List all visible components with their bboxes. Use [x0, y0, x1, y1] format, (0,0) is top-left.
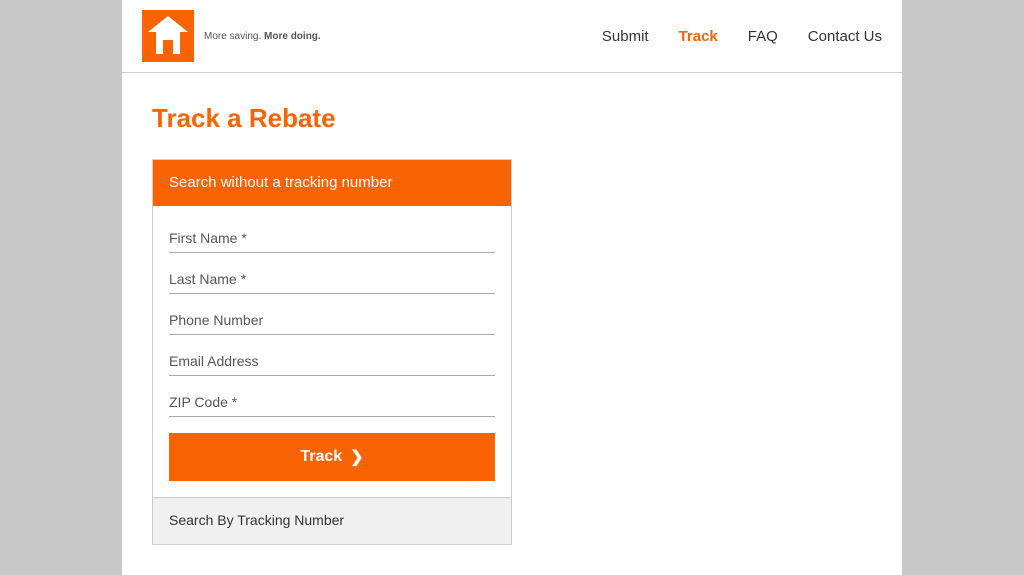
logo-tagline: More saving. More doing. [204, 31, 321, 42]
zip-input[interactable] [169, 380, 495, 417]
last-name-field [169, 257, 495, 294]
phone-field [169, 298, 495, 335]
form-body: Track ❯ [153, 206, 511, 497]
tracking-number-text: Search By Tracking Number [169, 512, 344, 528]
email-input[interactable] [169, 339, 495, 376]
nav-links: Submit Track FAQ Contact Us [602, 28, 882, 45]
header: More saving. More doing. Submit Track FA… [122, 0, 902, 73]
track-button-arrow-icon: ❯ [350, 447, 363, 467]
zip-field [169, 380, 495, 417]
page-wrapper: More saving. More doing. Submit Track FA… [122, 0, 902, 575]
track-button-label: Track [300, 448, 342, 466]
form-card: Search without a tracking number [152, 159, 512, 545]
first-name-input[interactable] [169, 216, 495, 253]
main-content: Track a Rebate Search without a tracking… [122, 73, 902, 575]
tracking-number-section[interactable]: Search By Tracking Number [153, 497, 511, 544]
page-title: Track a Rebate [152, 103, 872, 134]
nav-submit[interactable]: Submit [602, 28, 649, 45]
track-button[interactable]: Track ❯ [169, 433, 495, 481]
last-name-input[interactable] [169, 257, 495, 294]
logo-area: More saving. More doing. [142, 10, 321, 62]
nav-faq[interactable]: FAQ [748, 28, 778, 45]
phone-input[interactable] [169, 298, 495, 335]
logo-svg [142, 10, 194, 62]
first-name-field [169, 216, 495, 253]
form-section-header: Search without a tracking number [153, 160, 511, 206]
email-field [169, 339, 495, 376]
home-depot-logo [142, 10, 194, 62]
nav-contact[interactable]: Contact Us [808, 28, 882, 45]
nav-track[interactable]: Track [679, 28, 718, 45]
form-header-text: Search without a tracking number [169, 174, 392, 191]
